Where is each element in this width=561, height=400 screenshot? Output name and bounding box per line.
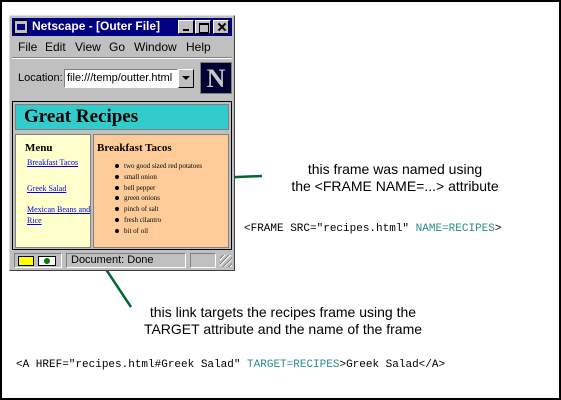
minimize-button[interactable] [178, 20, 194, 34]
link-target-callout: this link targets the recipes frame usin… [118, 304, 448, 338]
frame-callout-line-1: this frame was named using [307, 161, 483, 177]
menu-frame: Menu Breakfast Tacos Greek Salad Mexican… [15, 134, 91, 248]
frame-callout-line-2: the <FRAME NAME=...> attribute [291, 178, 499, 194]
ingredient-item: small onion [114, 172, 202, 183]
close-button[interactable] [213, 20, 229, 34]
status-progress-panel [190, 253, 216, 268]
ingredient-item: fresh cilantro [114, 215, 202, 226]
anchor-code-sample: <A HREF="recipes.html#Greek Salad" TARGE… [16, 359, 445, 371]
maximize-button[interactable] [195, 20, 211, 34]
resize-grip-icon[interactable] [220, 255, 232, 267]
netscape-window: Netscape - [Outer File] File Edit View G… [9, 15, 235, 271]
menu-go[interactable]: Go [109, 40, 125, 54]
page-content: Great Recipes Menu Breakfast Tacos Greek… [12, 101, 232, 250]
link-mexican-beans-and-rice[interactable]: Mexican Beans and Rice [27, 204, 90, 226]
frame-code-sample: <FRAME SRC="recipes.html" NAME=RECIPES> [244, 223, 501, 235]
menu-bar: File Edit View Go Window Help [12, 38, 232, 59]
title-bar[interactable]: Netscape - [Outer File] [12, 18, 232, 36]
banner-title: Great Recipes [24, 106, 139, 127]
link-callout-line-2: TARGET attribute and the name of the fra… [143, 321, 423, 337]
anchor-code-post: >Greek Salad</A> [339, 359, 446, 371]
menu-help[interactable]: Help [186, 40, 211, 54]
banner-frame: Great Recipes [15, 104, 229, 130]
mail-icon[interactable] [38, 256, 56, 266]
location-input[interactable]: file:///temp/outter.html [64, 69, 178, 88]
location-dropdown-button[interactable] [178, 69, 194, 88]
status-icons [14, 253, 62, 268]
anchor-code-attr: TARGET=RECIPES [247, 359, 340, 371]
frame-code-attr: NAME=RECIPES [415, 223, 495, 235]
ingredient-item: two good sized red potatoes [114, 162, 203, 170]
ingredient-item: bit of oil [114, 226, 202, 237]
ingredient-item: pinch of salt [114, 204, 202, 215]
link-greek-salad[interactable]: Greek Salad [27, 183, 90, 194]
security-key-icon[interactable] [18, 256, 34, 266]
ingredient-list: two good sized red potatoes small onion … [114, 161, 203, 237]
frame-code-pre: <FRAME SRC="recipes.html" [244, 223, 416, 235]
link-breakfast-tacos[interactable]: Breakfast Tacos [27, 157, 90, 168]
menu-title: Menu [25, 142, 53, 154]
anchor-code-pre: <A HREF="recipes.html#Greek Salad" [16, 359, 248, 371]
netscape-logo: N [200, 62, 232, 94]
ingredient-item: green onions [114, 193, 202, 204]
window-title: Netscape - [Outer File] [32, 19, 161, 33]
location-label: Location: [18, 72, 63, 84]
recipe-title: Breakfast Tacos [97, 142, 172, 154]
menu-view[interactable]: View [75, 40, 101, 54]
menu-edit[interactable]: Edit [45, 40, 66, 54]
menu-file[interactable]: File [18, 40, 37, 54]
status-bar: Document: Done [12, 252, 232, 269]
frame-name-callout: this frame was named using the <FRAME NA… [270, 161, 520, 195]
menu-window[interactable]: Window [134, 40, 177, 54]
link-callout-line-1: this link targets the recipes frame usin… [149, 304, 417, 320]
frame-code-post: > [494, 223, 502, 235]
app-icon[interactable] [14, 20, 28, 34]
ingredient-item: bell pepper [114, 183, 202, 194]
recipes-frame: Breakfast Tacos two good sized red potat… [93, 134, 229, 248]
status-text: Document: Done [66, 253, 186, 268]
